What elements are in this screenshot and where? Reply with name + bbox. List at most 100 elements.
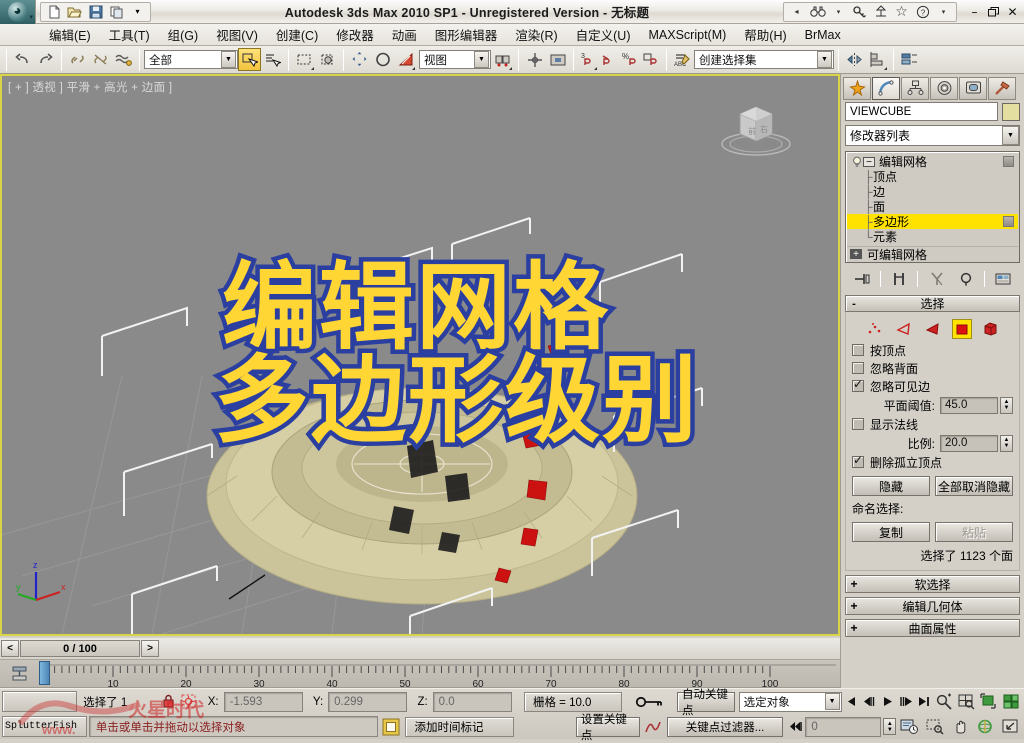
new-file-icon[interactable]: [44, 3, 63, 21]
by-vertex-row[interactable]: 按顶点: [852, 341, 1013, 359]
menu-modifiers[interactable]: 修改器: [327, 23, 383, 46]
ignore-backfacing-checkbox[interactable]: [852, 362, 864, 374]
menu-graph-editors[interactable]: 图形编辑器: [426, 23, 507, 46]
remove-modifier-icon[interactable]: [955, 269, 977, 289]
display-tab[interactable]: [959, 76, 987, 100]
planar-threshold-field[interactable]: 45.0: [940, 396, 998, 414]
curve-editor-icon[interactable]: [642, 719, 663, 735]
vertex-sub-object-icon[interactable]: [865, 319, 885, 339]
angle-snap-toggle-icon[interactable]: [599, 48, 620, 71]
close-button[interactable]: ✕: [1005, 4, 1020, 20]
normal-scale-spinner[interactable]: ▲ ▼: [1000, 434, 1013, 452]
ignore-backfacing-row[interactable]: 忽略背面: [852, 359, 1013, 377]
menu-views[interactable]: 视图(V): [207, 23, 267, 46]
normal-scale-field[interactable]: 20.0: [940, 434, 998, 452]
key-filters-button[interactable]: 关键点过滤器...: [667, 716, 784, 737]
redo-icon[interactable]: [34, 48, 57, 71]
reference-coordinate-combo[interactable]: 视图 ▼: [419, 50, 491, 69]
menu-customize[interactable]: 自定义(U): [567, 23, 640, 46]
undo-icon[interactable]: [11, 48, 34, 71]
selection-filter-combo[interactable]: 全部 ▼: [144, 50, 238, 69]
rollout-expander[interactable]: +: [846, 577, 862, 591]
key-icon[interactable]: [849, 3, 870, 21]
maxscript-mini-listener[interactable]: [2, 691, 78, 712]
show-end-result-icon[interactable]: [888, 269, 910, 289]
use-pivot-point-center-icon[interactable]: [491, 48, 514, 71]
stack-item-editable-mesh[interactable]: + 可编辑网格: [847, 246, 1018, 262]
z-coordinate-field[interactable]: 0.0: [432, 691, 512, 712]
keyboard-shortcut-override-icon[interactable]: [546, 48, 569, 71]
face-sub-object-icon[interactable]: [923, 319, 943, 339]
viewport-label[interactable]: [ + ] 透视 ] 平滑 + 高光 + 边面 ]: [8, 79, 172, 95]
hide-button[interactable]: 隐藏: [852, 476, 930, 496]
menu-edit[interactable]: 编辑(E): [40, 23, 100, 46]
delete-isolated-vertices-row[interactable]: 删除孤立顶点: [852, 453, 1013, 471]
maximize-viewport-icon[interactable]: [999, 716, 1022, 738]
minimize-button[interactable]: –: [967, 4, 982, 20]
layer-manager-icon[interactable]: [898, 48, 921, 71]
play-animation-button[interactable]: [880, 692, 896, 712]
rectangular-selection-region-icon[interactable]: [293, 48, 316, 71]
edge-sub-object-icon[interactable]: [894, 319, 914, 339]
select-and-rotate-icon[interactable]: [371, 48, 394, 71]
zoom-extents-icon[interactable]: [979, 691, 999, 713]
menu-brmax[interactable]: BrMax: [796, 26, 850, 44]
pin-stack-icon[interactable]: [851, 269, 873, 289]
zoom-region-icon[interactable]: [923, 716, 946, 738]
select-and-link-icon[interactable]: [66, 48, 89, 71]
current-frame-field[interactable]: 0: [805, 716, 882, 737]
ignore-visible-edges-row[interactable]: 忽略可见边: [852, 377, 1013, 395]
spinner-snap-toggle-icon[interactable]: [641, 48, 662, 71]
stack-subobject-polygon[interactable]: ├ 多边形: [847, 214, 1018, 229]
motion-tab[interactable]: [930, 76, 958, 100]
rollout-expander[interactable]: +: [846, 621, 862, 635]
element-sub-object-icon[interactable]: [981, 319, 1001, 339]
soft-selection-rollout[interactable]: + 软选择: [845, 575, 1020, 593]
lock-selection-icon[interactable]: [160, 694, 177, 709]
binoculars-icon[interactable]: [807, 3, 828, 21]
arc-rotate-icon[interactable]: [974, 716, 997, 738]
set-key-button[interactable]: 设置关键点: [575, 714, 640, 742]
modifier-list-dropdown[interactable]: 修改器列表 ▼: [845, 125, 1020, 146]
save-as-icon[interactable]: [107, 3, 126, 21]
key-mode-toggle-button[interactable]: [785, 717, 803, 737]
menu-help[interactable]: 帮助(H): [735, 23, 795, 46]
copy-button[interactable]: 复制: [852, 522, 930, 542]
track-bar[interactable]: 10 20 30 40 50 60 70 80 90 100: [0, 660, 840, 688]
save-file-icon[interactable]: [86, 3, 105, 21]
menu-group[interactable]: 组(G): [159, 23, 208, 46]
next-frame-button[interactable]: >: [141, 640, 159, 657]
help-icon[interactable]: ?: [912, 3, 933, 21]
open-file-icon[interactable]: [65, 3, 84, 21]
stack-subobject-edge[interactable]: ├ 边: [847, 184, 1018, 200]
selection-rollout-header[interactable]: - 选择: [845, 295, 1020, 312]
object-name-field[interactable]: VIEWCUBE: [845, 102, 998, 121]
object-color-swatch[interactable]: [1002, 102, 1020, 121]
menu-maxscript[interactable]: MAXScript(M): [640, 26, 736, 44]
stack-item-edit-mesh[interactable]: − 编辑网格: [847, 154, 1018, 169]
zoom-extents-all-icon[interactable]: [1002, 691, 1022, 713]
rollout-expander[interactable]: -: [846, 298, 862, 310]
go-to-end-button[interactable]: [916, 692, 932, 712]
by-vertex-checkbox[interactable]: [852, 344, 864, 356]
create-tab[interactable]: [843, 76, 871, 100]
viewcube[interactable]: 前 右: [712, 98, 800, 160]
modify-tab[interactable]: [872, 76, 900, 100]
unhide-all-button[interactable]: 全部取消隐藏: [935, 476, 1013, 496]
utilities-tab[interactable]: [988, 76, 1016, 100]
planar-threshold-spinner[interactable]: ▲ ▼: [1000, 396, 1013, 414]
select-object-icon[interactable]: [238, 48, 261, 71]
help-dropdown-icon[interactable]: ▾: [933, 3, 954, 21]
select-and-scale-icon[interactable]: [394, 48, 417, 71]
rollout-expander[interactable]: +: [846, 599, 862, 613]
selection-set-combo[interactable]: 选定对象 ▼: [738, 691, 842, 712]
transform-type-in-icon[interactable]: [179, 694, 198, 709]
chevron-down-icon[interactable]: ▼: [221, 51, 236, 68]
show-normals-row[interactable]: 显示法线: [852, 415, 1013, 433]
select-and-manipulate-icon[interactable]: [523, 48, 546, 71]
unlink-selection-icon[interactable]: [89, 48, 112, 71]
perspective-viewport[interactable]: [ + ] 透视 ] 平滑 + 高光 + 边面 ] 前 右 z x y: [0, 74, 840, 636]
chevron-down-icon[interactable]: ▼: [817, 51, 832, 68]
previous-frame-button[interactable]: [862, 692, 878, 712]
current-frame-spinner[interactable]: ▲ ▼: [883, 718, 897, 735]
